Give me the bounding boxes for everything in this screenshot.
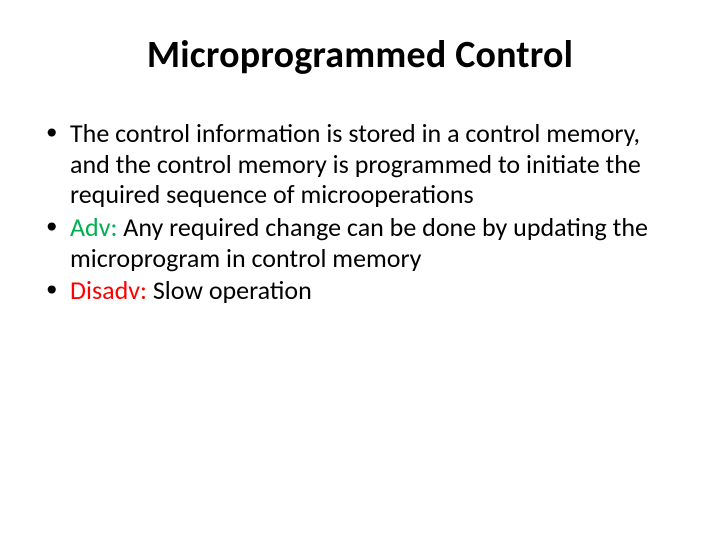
bullet-item: Adv: Any required change can be done by … xyxy=(44,212,680,273)
disadvantage-label: Disadv: xyxy=(70,274,153,306)
advantage-label: Adv: xyxy=(70,211,123,243)
bullet-text: The control information is stored in a c… xyxy=(70,117,641,210)
bullet-text: Slow operation xyxy=(153,274,312,306)
slide-title: Microprogrammed Control xyxy=(40,32,680,78)
slide: Microprogrammed Control The control info… xyxy=(0,0,720,540)
bullet-item: The control information is stored in a c… xyxy=(44,118,680,210)
bullet-text: Any required change can be done by updat… xyxy=(70,211,648,274)
bullet-list: The control information is stored in a c… xyxy=(44,118,680,306)
bullet-item: Disadv: Slow operation xyxy=(44,275,680,306)
